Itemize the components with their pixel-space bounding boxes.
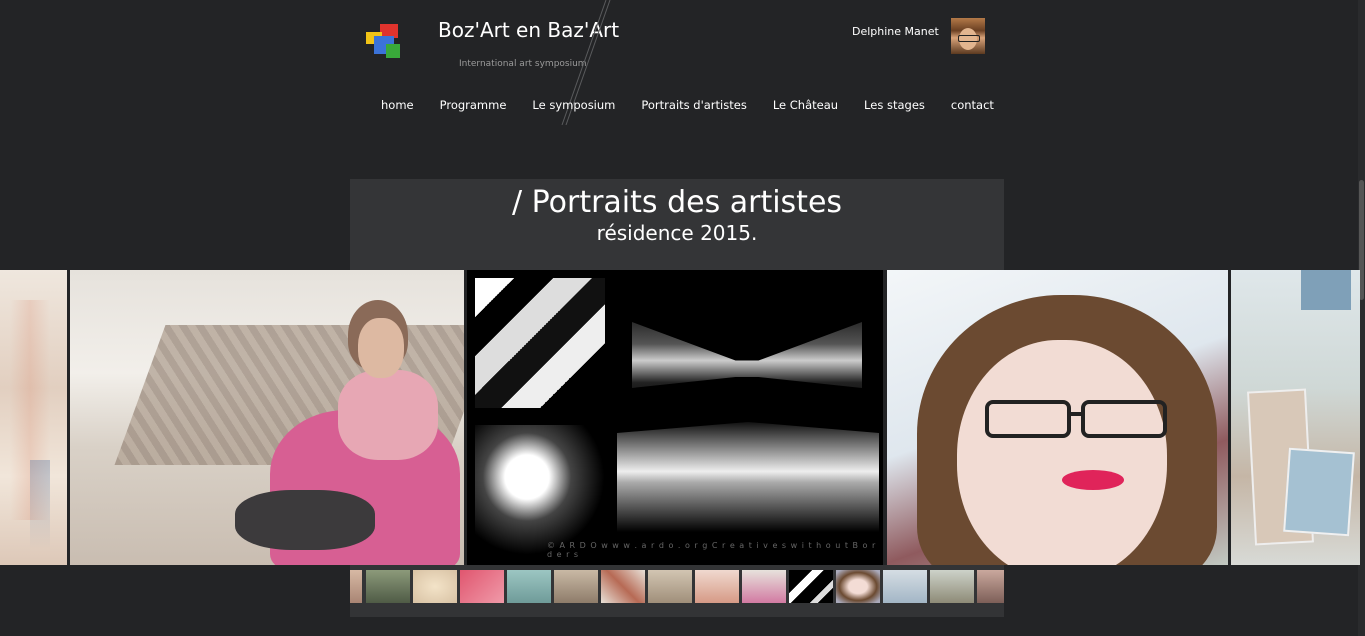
thumbnail[interactable] bbox=[789, 570, 833, 603]
user-name[interactable]: Delphine Manet bbox=[852, 25, 939, 38]
thumbnail[interactable] bbox=[648, 570, 692, 603]
nav-stages[interactable]: Les stages bbox=[851, 98, 938, 114]
thumbnail[interactable] bbox=[366, 570, 410, 603]
gallery-slide-bw-photograph[interactable]: © A R D O w w w . a r d o . o r g C r e … bbox=[467, 270, 883, 565]
page-subtitle: résidence 2015. bbox=[596, 221, 758, 245]
thumbnail[interactable] bbox=[350, 570, 362, 603]
thumbnail[interactable] bbox=[695, 570, 739, 603]
nav-portraits[interactable]: Portraits d'artistes bbox=[628, 98, 759, 114]
photo-caption: © A R D O w w w . a r d o . o r g C r e … bbox=[547, 541, 877, 559]
thumbnail[interactable] bbox=[601, 570, 645, 603]
nav-contact[interactable]: contact bbox=[938, 98, 1007, 114]
nav-home[interactable]: home bbox=[368, 98, 427, 114]
gallery-slide-painting-left[interactable] bbox=[0, 270, 67, 565]
gallery-slide-artist-seated[interactable] bbox=[70, 270, 464, 565]
thumbnail[interactable] bbox=[460, 570, 504, 603]
thumbnail[interactable] bbox=[742, 570, 786, 603]
user-avatar[interactable] bbox=[951, 18, 985, 54]
main-nav: home Programme Le symposium Portraits d'… bbox=[368, 98, 1007, 114]
thumbnail[interactable] bbox=[413, 570, 457, 603]
site-logo[interactable] bbox=[366, 24, 402, 60]
page-title: / Portraits des artistes bbox=[511, 185, 843, 220]
thumbnail[interactable] bbox=[977, 570, 1004, 603]
nav-programme[interactable]: Programme bbox=[427, 98, 520, 114]
nav-chateau[interactable]: Le Château bbox=[760, 98, 851, 114]
gallery-slide-collage-right[interactable] bbox=[1231, 270, 1360, 565]
thumbnail[interactable] bbox=[836, 570, 880, 603]
gallery-slider[interactable]: © A R D O w w w . a r d o . o r g C r e … bbox=[0, 270, 1360, 565]
nav-symposium[interactable]: Le symposium bbox=[519, 98, 628, 114]
title-panel: / Portraits des artistes résidence 2015. bbox=[350, 179, 1004, 270]
gallery-slide-portrait-glasses[interactable] bbox=[887, 270, 1228, 565]
thumbnail[interactable] bbox=[883, 570, 927, 603]
thumbnail-strip bbox=[350, 565, 1004, 617]
thumbnail[interactable] bbox=[930, 570, 974, 603]
thumbnail[interactable] bbox=[554, 570, 598, 603]
thumbnail[interactable] bbox=[507, 570, 551, 603]
